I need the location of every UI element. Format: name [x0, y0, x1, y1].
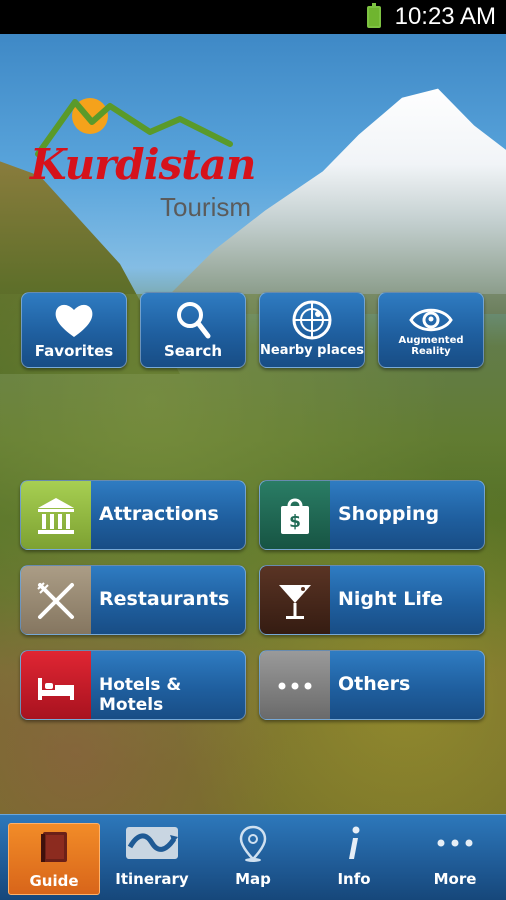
- nearby-places-label: Nearby places: [260, 343, 364, 358]
- search-button[interactable]: Search: [140, 292, 246, 368]
- shopping-label: Shopping: [338, 503, 440, 525]
- hotels-motels-button[interactable]: Hotels & Motels: [20, 650, 246, 720]
- tab-info-label: Info: [337, 870, 371, 888]
- others-button[interactable]: Others: [259, 650, 485, 720]
- battery-icon: [367, 3, 381, 28]
- radar-icon: [292, 300, 332, 340]
- svg-text:$: $: [289, 512, 301, 532]
- hotels-motels-label: Hotels & Motels: [99, 675, 182, 715]
- tab-guide[interactable]: Guide: [8, 823, 100, 895]
- restaurants-button[interactable]: Restaurants: [20, 565, 246, 635]
- tab-more-label: More: [433, 870, 477, 888]
- attractions-label: Attractions: [99, 503, 219, 525]
- logo-title: Kurdistan: [30, 140, 256, 189]
- tab-map-label: Map: [235, 870, 271, 888]
- magnifier-icon: [177, 302, 211, 339]
- tab-info[interactable]: Info: [304, 815, 404, 900]
- search-label: Search: [163, 342, 223, 360]
- more-dots-icon: [278, 682, 312, 690]
- foliage-blur: [0, 294, 506, 814]
- tab-itinerary-label: Itinerary: [115, 870, 189, 888]
- favorites-label: Favorites: [34, 342, 114, 360]
- map-pin-icon: [239, 825, 267, 862]
- status-time: 10:23 AM: [394, 3, 496, 30]
- logo-subtitle: Tourism: [160, 192, 252, 222]
- night-life-button[interactable]: Night Life: [259, 565, 485, 635]
- attractions-button[interactable]: Attractions: [20, 480, 246, 550]
- shopping-button[interactable]: $ Shopping: [259, 480, 485, 550]
- augmented-reality-button[interactable]: Augmented Reality: [378, 292, 484, 368]
- museum-icon: [38, 498, 74, 534]
- cocktail-icon: [279, 585, 311, 619]
- tab-more[interactable]: More: [405, 815, 505, 900]
- app-logo: Kurdistan Tourism: [30, 84, 270, 234]
- tab-map[interactable]: Map: [203, 815, 303, 900]
- shopping-bag-icon: $: [281, 498, 309, 534]
- nearby-places-button[interactable]: Nearby places: [259, 292, 365, 368]
- info-icon: [349, 826, 360, 859]
- route-icon: [126, 827, 178, 859]
- fork-knife-icon: [37, 582, 74, 619]
- tab-guide-label: Guide: [29, 872, 79, 890]
- book-icon: [41, 832, 67, 862]
- favorites-button[interactable]: Favorites: [21, 292, 127, 368]
- bottom-tab-bar: Guide Itinerary Map Info More: [0, 814, 506, 900]
- restaurants-label: Restaurants: [99, 588, 230, 610]
- tab-itinerary[interactable]: Itinerary: [102, 815, 202, 900]
- augmented-reality-label: Augmented Reality: [398, 335, 464, 357]
- bed-icon: [38, 678, 74, 700]
- more-dots-icon: [437, 839, 473, 847]
- others-label: Others: [338, 673, 411, 695]
- night-life-label: Night Life: [338, 588, 444, 610]
- heart-icon: [55, 304, 93, 337]
- status-bar: 10:23 AM: [0, 0, 506, 34]
